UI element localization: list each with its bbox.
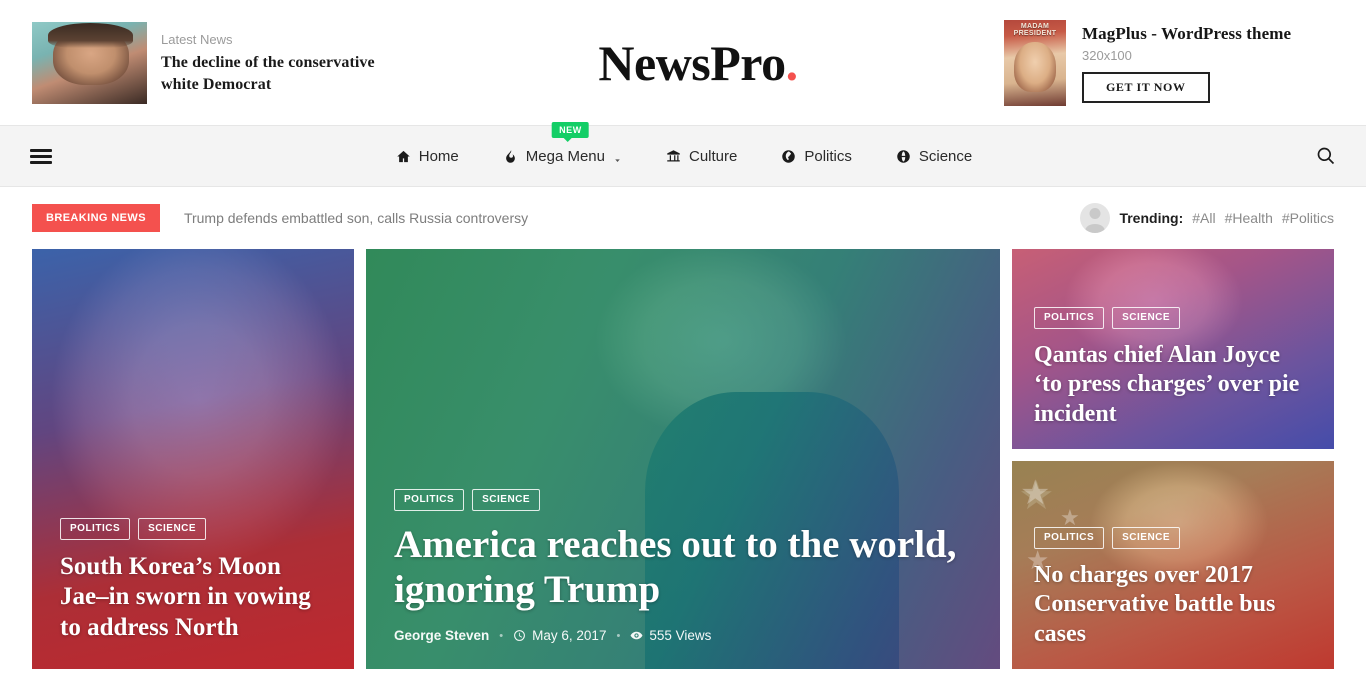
category-tag-politics[interactable]: POLITICS: [394, 489, 465, 512]
nav-items-list: Home NEW Mega Menu Culture Politics Scie…: [52, 121, 1316, 171]
ad-text-block: MagPlus - WordPress theme 320x100 GET IT…: [1082, 22, 1291, 103]
nav-label-home: Home: [418, 147, 459, 165]
logo-text: NewsPro: [598, 34, 786, 91]
ad-magazine-cover-image[interactable]: MADAM PRESIDENT: [1004, 19, 1066, 106]
article-title[interactable]: South Korea’s Moon Jae–in sworn in vowin…: [60, 552, 326, 644]
meta-separator: •: [499, 629, 504, 642]
category-tag-politics[interactable]: POLITICS: [1034, 527, 1105, 550]
hamburger-bar: [30, 148, 52, 152]
trending-tag-all[interactable]: #All: [1192, 210, 1215, 226]
category-tag-science[interactable]: SCIENCE: [1112, 307, 1181, 330]
nav-label-politics: Politics: [804, 147, 852, 165]
chevron-down-icon[interactable]: [613, 152, 622, 162]
trending-tag-health[interactable]: #Health: [1225, 210, 1273, 226]
fire-icon: [503, 149, 518, 164]
nav-label-culture: Culture: [688, 147, 738, 165]
search-icon[interactable]: [1316, 146, 1336, 166]
globe-icon: [781, 149, 796, 164]
latest-news-text: Latest News The decline of the conservat…: [161, 30, 392, 94]
featured-articles-grid: POLITICS SCIENCE South Korea’s Moon Jae–…: [0, 249, 1366, 669]
hamburger-bar: [30, 160, 52, 164]
article-card-content: POLITICS SCIENCE No charges over 2017 Co…: [1012, 509, 1334, 669]
logo-container: NewsPro.: [392, 38, 1004, 88]
article-title[interactable]: No charges over 2017 Conservative battle…: [1034, 561, 1312, 649]
avatar: [1080, 203, 1111, 233]
article-card-content: POLITICS SCIENCE America reaches out to …: [366, 465, 1000, 669]
site-header: Latest News The decline of the conservat…: [0, 0, 1366, 125]
ad-cover-title: MADAM PRESIDENT: [1013, 22, 1057, 38]
category-tag-politics[interactable]: POLITICS: [1034, 307, 1105, 330]
category-tag-science[interactable]: SCIENCE: [138, 517, 207, 540]
category-tag-science[interactable]: SCIENCE: [1112, 527, 1181, 550]
site-logo[interactable]: NewsPro.: [598, 34, 799, 91]
nav-item-culture[interactable]: Culture: [666, 142, 737, 171]
nav-label-mega-menu: Mega Menu: [525, 147, 605, 165]
nav-item-mega-menu[interactable]: NEW Mega Menu: [503, 121, 622, 171]
article-meta: George Steven • May 6, 2017 • 555 Views: [394, 628, 972, 643]
breaking-news-bar: BREAKING NEWS Trump defends embattled so…: [0, 187, 1366, 249]
article-date-text: May 6, 2017: [532, 628, 607, 643]
article-views: 555 Views: [630, 628, 711, 643]
category-tags: POLITICS SCIENCE: [1034, 527, 1312, 550]
breaking-news-badge: BREAKING NEWS: [32, 204, 160, 232]
article-card-battle-bus[interactable]: ★ ★ ★ POLITICS SCIENCE No charges over 2…: [1012, 461, 1334, 669]
trending-label: Trending:: [1119, 210, 1184, 226]
latest-news-title[interactable]: The decline of the conservative white De…: [161, 52, 392, 94]
category-tags: POLITICS SCIENCE: [1034, 307, 1312, 330]
article-title[interactable]: Qantas chief Alan Joyce ‘to press charge…: [1034, 341, 1312, 429]
article-views-text: 555 Views: [649, 628, 712, 643]
featured-left-column: POLITICS SCIENCE South Korea’s Moon Jae–…: [32, 249, 354, 669]
trending-tag-politics[interactable]: #Politics: [1282, 210, 1334, 226]
latest-news-thumbnail[interactable]: [32, 21, 147, 104]
article-card-south-korea[interactable]: POLITICS SCIENCE South Korea’s Moon Jae–…: [32, 249, 354, 669]
ad-dimensions-label: 320x100: [1082, 48, 1132, 63]
latest-news-label: Latest News: [161, 32, 233, 48]
featured-main-column: POLITICS SCIENCE America reaches out to …: [366, 249, 1000, 669]
category-tags: POLITICS SCIENCE: [394, 489, 972, 512]
article-card-content: POLITICS SCIENCE Qantas chief Alan Joyce…: [1012, 289, 1334, 449]
nav-item-home[interactable]: Home: [396, 142, 459, 171]
nav-item-science[interactable]: Science: [896, 142, 972, 171]
article-date: May 6, 2017: [513, 628, 606, 643]
category-tag-politics[interactable]: POLITICS: [60, 517, 131, 540]
new-badge: NEW: [552, 121, 589, 142]
article-title[interactable]: America reaches out to the world, ignori…: [394, 523, 972, 612]
breaking-news-ticker-text[interactable]: Trump defends embattled son, calls Russi…: [184, 210, 528, 226]
nav-label-science: Science: [918, 147, 973, 165]
latest-news-block[interactable]: Latest News The decline of the conservat…: [32, 21, 392, 104]
eye-icon: [630, 629, 643, 642]
category-tags: POLITICS SCIENCE: [60, 517, 326, 540]
trending-block: Trending: #All #Health #Politics: [1080, 203, 1334, 233]
museum-icon: [666, 149, 681, 164]
network-globe-icon: [896, 149, 911, 164]
ad-title: MagPlus - WordPress theme: [1082, 24, 1292, 43]
home-icon: [396, 149, 411, 164]
article-card-america-reaches-out[interactable]: POLITICS SCIENCE America reaches out to …: [366, 249, 1000, 669]
article-card-qantas[interactable]: POLITICS SCIENCE Qantas chief Alan Joyce…: [1012, 249, 1334, 449]
clock-icon: [513, 629, 526, 642]
hamburger-bar: [30, 154, 52, 158]
ad-cta-button[interactable]: GET IT NOW: [1082, 72, 1210, 103]
logo-dot: .: [785, 34, 799, 91]
category-tag-science[interactable]: SCIENCE: [472, 489, 541, 512]
article-card-content: POLITICS SCIENCE South Korea’s Moon Jae–…: [32, 494, 354, 670]
nav-item-politics[interactable]: Politics: [781, 142, 852, 171]
main-navigation-bar: Home NEW Mega Menu Culture Politics Scie…: [0, 121, 1366, 187]
advertisement-banner[interactable]: MADAM PRESIDENT MagPlus - WordPress them…: [1004, 19, 1334, 106]
hamburger-icon[interactable]: [30, 146, 52, 167]
article-author[interactable]: George Steven: [394, 628, 489, 643]
featured-right-column: POLITICS SCIENCE Qantas chief Alan Joyce…: [1012, 249, 1334, 669]
meta-separator: •: [616, 629, 621, 642]
